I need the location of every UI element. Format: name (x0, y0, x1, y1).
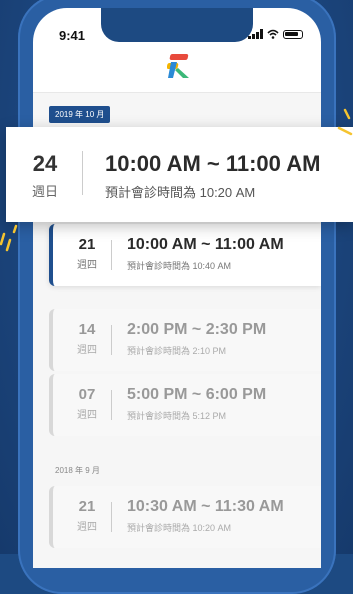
appointment-weekday: 週四 (77, 522, 97, 533)
highlight-separator (82, 151, 83, 195)
sparkle-left-icon (0, 224, 18, 252)
appointment-time: 5:00 PM ~ 6:00 PM (127, 386, 267, 403)
appointment-day: 21 (78, 498, 96, 515)
status-time: 9:41 (59, 28, 86, 43)
card-separator (111, 390, 112, 420)
appointment-time: 10:30 AM ~ 11:30 AM (127, 498, 284, 515)
appointment-day: 07 (78, 386, 96, 403)
appointment-card[interactable]: 21 週四 10:00 AM ~ 11:00 AM 預計會診時間為 10:40 … (49, 224, 321, 286)
app-screen: 9:41 2019 年 10 月 21 週四 10:00 AM ~ 11:00 … (33, 8, 321, 568)
appointment-estimate: 預計會診時間為 10:40 AM (127, 261, 232, 271)
wifi-icon (267, 29, 279, 39)
appointment-card[interactable]: 07 週四 5:00 PM ~ 6:00 PM 預計會診時間為 5:12 PM (49, 374, 321, 436)
sparkle-right-icon (337, 108, 353, 136)
appointment-weekday: 週四 (77, 410, 97, 421)
signal-icon (248, 29, 263, 39)
notch (101, 8, 253, 42)
highlight-weekday: 週日 (31, 184, 58, 199)
status-icons (248, 29, 303, 39)
appointment-time: 2:00 PM ~ 2:30 PM (127, 321, 267, 338)
group-label-2019-10: 2019 年 10 月 (49, 106, 111, 123)
appointment-card[interactable]: 14 週四 2:00 PM ~ 2:30 PM 預計會診時間為 2:10 PM (49, 309, 321, 371)
appointment-weekday: 週四 (77, 260, 97, 271)
appointment-card[interactable]: 21 週四 10:30 AM ~ 11:30 AM 預計會診時間為 10:20 … (49, 486, 321, 548)
highlight-estimate: 預計會診時間為 10:20 AM (105, 185, 256, 200)
card-separator (111, 502, 112, 532)
app-logo (167, 54, 189, 78)
appointment-day: 21 (78, 236, 96, 253)
card-separator (111, 325, 112, 355)
appointment-estimate: 預計會診時間為 2:10 PM (127, 346, 227, 356)
appointment-day: 14 (78, 321, 96, 338)
highlight-time: 10:00 AM ~ 11:00 AM (105, 151, 321, 176)
highlight-day: 24 (32, 151, 58, 176)
group-label-2018-9: 2018 年 9 月 (55, 466, 100, 475)
appointment-time: 10:00 AM ~ 11:00 AM (127, 236, 284, 253)
card-separator (111, 240, 112, 270)
appointment-estimate: 預計會診時間為 5:12 PM (127, 411, 227, 421)
battery-icon (283, 29, 303, 39)
highlighted-appointment-card[interactable]: 24 週日 10:00 AM ~ 11:00 AM 預計會診時間為 10:20 … (6, 127, 353, 222)
appointment-estimate: 預計會診時間為 10:20 AM (127, 523, 232, 533)
appointment-weekday: 週四 (77, 345, 97, 356)
